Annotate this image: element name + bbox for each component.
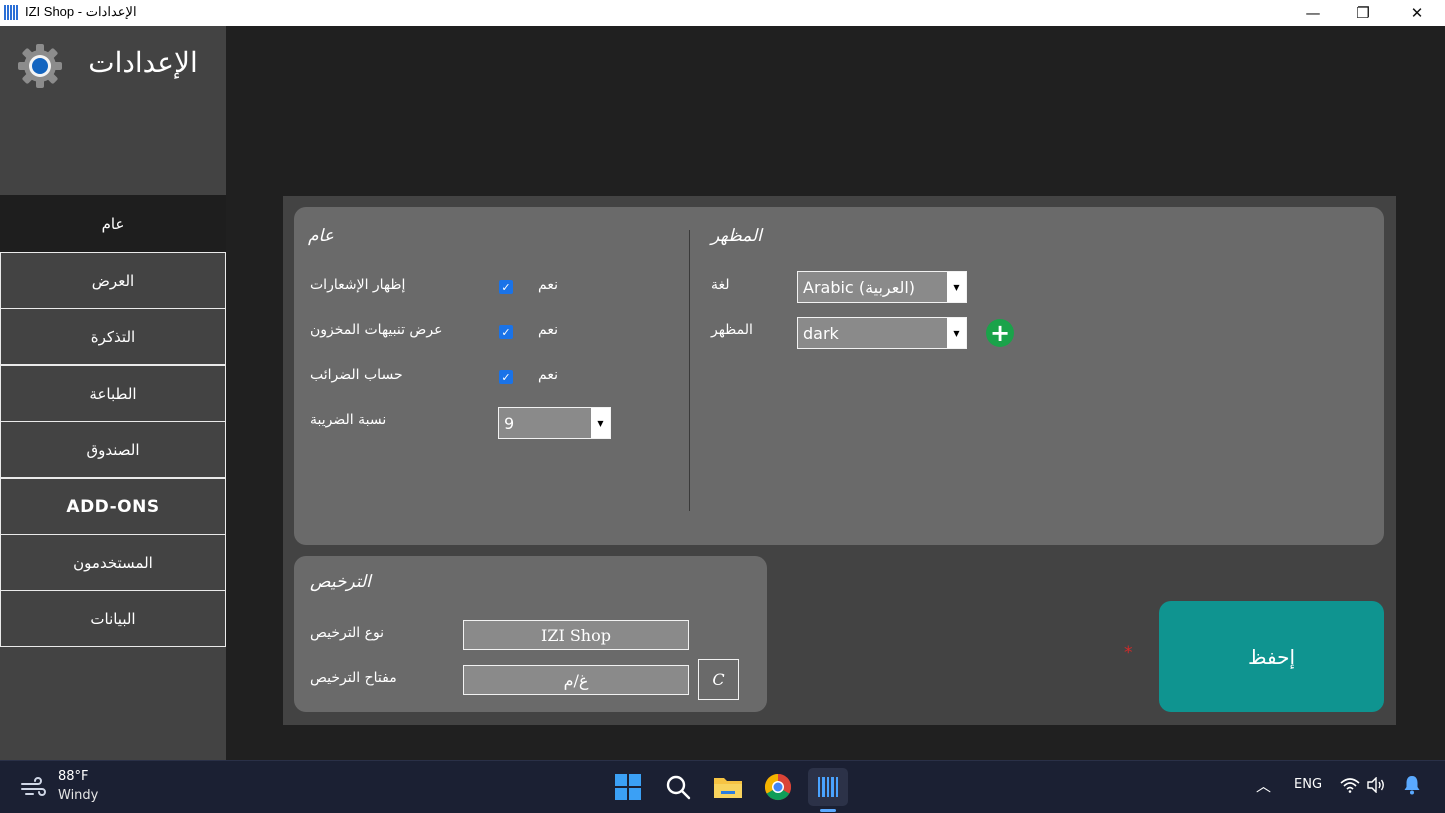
save-button[interactable]: إحفظ	[1159, 601, 1384, 712]
sidebar-item-general[interactable]: عام	[0, 195, 226, 252]
general-section-title: عام	[308, 226, 334, 246]
theme-label: المظهر	[711, 322, 753, 338]
calculate-taxes-label: حساب الضرائب	[310, 367, 403, 383]
check-icon: ✓	[501, 370, 511, 384]
stock-alerts-value: نعم	[538, 322, 558, 338]
windows-start-icon[interactable]	[612, 771, 644, 803]
sidebar-item-display[interactable]: العرض	[0, 252, 226, 309]
appearance-section-title: المظهر	[711, 226, 762, 246]
taskbar: 88°F Windy ︿ ENG	[0, 760, 1445, 813]
dropdown-arrow-icon[interactable]: ▼	[591, 408, 610, 438]
license-c-button[interactable]: C	[698, 659, 739, 700]
tax-rate-select[interactable]: 9 ▼	[498, 407, 611, 439]
sidebar-item-printing[interactable]: الطباعة	[0, 365, 226, 422]
minimize-button[interactable]: —	[1290, 0, 1336, 26]
calculate-taxes-value: نعم	[538, 367, 558, 383]
weather-temperature[interactable]: 88°F	[58, 769, 89, 784]
active-app-indicator	[820, 809, 836, 812]
close-button[interactable]: ✕	[1394, 0, 1440, 26]
sidebar-item-addons[interactable]: ADD-ONS	[0, 478, 226, 535]
general-card	[294, 207, 1384, 545]
language-value: Arabic (العربية)	[803, 277, 916, 297]
theme-value: dark	[803, 323, 839, 343]
chevron-up-icon[interactable]: ︿	[1256, 775, 1271, 796]
izi-shop-taskbar-icon[interactable]	[808, 768, 848, 806]
wind-icon[interactable]	[20, 775, 48, 799]
theme-select[interactable]: dark ▼	[797, 317, 967, 349]
sidebar-item-cashbox[interactable]: الصندوق	[0, 421, 226, 478]
sidebar-item-data[interactable]: البيانات	[0, 590, 226, 647]
plus-icon: +	[989, 319, 1011, 347]
gear-icon	[18, 44, 62, 88]
license-key-field[interactable]: غ/م	[463, 665, 689, 695]
license-key-label: مفتاح الترخيص	[310, 670, 397, 686]
show-notifications-checkbox[interactable]: ✓	[499, 280, 513, 294]
section-divider	[689, 230, 690, 511]
add-theme-button[interactable]: +	[986, 319, 1014, 347]
language-label: لغة	[711, 277, 730, 293]
license-type-field[interactable]: IZI Shop	[463, 620, 689, 650]
weather-condition[interactable]: Windy	[58, 788, 98, 803]
app-icon	[4, 5, 19, 20]
file-explorer-icon[interactable]	[712, 771, 744, 803]
chrome-icon[interactable]	[762, 771, 794, 803]
check-icon: ✓	[501, 325, 511, 339]
search-icon[interactable]	[662, 771, 694, 803]
stock-alerts-label: عرض تنبيهات المخزون	[310, 322, 443, 338]
unsaved-indicator: *	[1124, 643, 1133, 663]
title-bar: IZI Shop - الإعدادات — ❐ ✕	[0, 0, 1445, 26]
language-indicator[interactable]: ENG	[1294, 777, 1322, 792]
show-notifications-value: نعم	[538, 277, 558, 293]
check-icon: ✓	[501, 280, 511, 294]
tax-rate-value: 9	[504, 413, 515, 433]
notification-bell-icon[interactable]	[1400, 773, 1424, 797]
language-select[interactable]: Arabic (العربية) ▼	[797, 271, 967, 303]
show-notifications-label: إظهار الإشعارات	[310, 277, 406, 293]
volume-icon[interactable]	[1364, 773, 1388, 797]
license-section-title: الترخيص	[310, 572, 371, 592]
maximize-button[interactable]: ❐	[1340, 0, 1386, 26]
dropdown-arrow-icon[interactable]: ▼	[947, 318, 966, 348]
window-title: IZI Shop - الإعدادات	[25, 4, 137, 19]
sidebar-item-ticket[interactable]: التذكرة	[0, 308, 226, 365]
tax-rate-label: نسبة الضريبة	[310, 412, 387, 428]
license-type-label: نوع الترخيص	[310, 625, 385, 641]
stock-alerts-checkbox[interactable]: ✓	[499, 325, 513, 339]
sidebar-item-users[interactable]: المستخدمون	[0, 534, 226, 591]
page-title: الإعدادات	[88, 46, 198, 79]
calculate-taxes-checkbox[interactable]: ✓	[499, 370, 513, 384]
dropdown-arrow-icon[interactable]: ▼	[947, 272, 966, 302]
wifi-icon[interactable]	[1338, 773, 1362, 797]
